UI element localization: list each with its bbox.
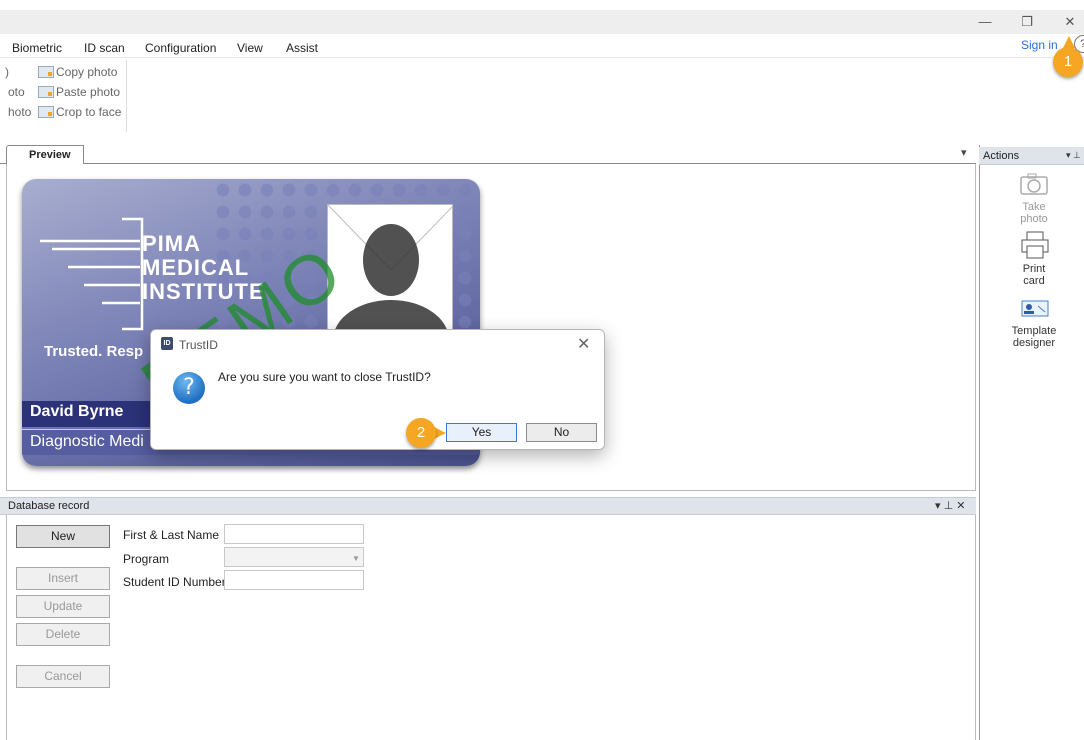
menu-view[interactable]: View	[237, 41, 263, 55]
print-card-label[interactable]: Print card	[984, 263, 1084, 287]
actions-title: Actions	[983, 150, 1020, 162]
program-label: Program	[123, 552, 170, 566]
confirm-close-dialog: ID TrustID ✕ ? Are you sure you want to …	[150, 329, 605, 450]
card-person-name: David Byrne	[30, 403, 124, 420]
database-record-header	[0, 497, 976, 515]
title-bar	[0, 10, 1084, 34]
paste-photo-button[interactable]: Paste photo	[38, 85, 120, 99]
student-id-field[interactable]	[224, 570, 364, 590]
crop-to-face-button[interactable]: Crop to face	[38, 105, 121, 119]
dialog-title-bar	[151, 330, 604, 358]
cancel-button[interactable]: Cancel	[16, 665, 110, 688]
insert-button[interactable]: Insert	[16, 567, 110, 590]
copy-photo-icon	[38, 66, 54, 78]
menu-assist[interactable]: Assist	[286, 41, 318, 55]
minimize-button[interactable]: —	[965, 10, 1005, 34]
copy-photo-button[interactable]: Copy photo	[38, 65, 117, 79]
tab-strip	[0, 142, 976, 164]
name-label: First & Last Name	[123, 528, 220, 542]
new-button[interactable]: New	[16, 525, 110, 548]
template-designer-icon[interactable]	[1021, 300, 1049, 321]
trustid-app-icon: ID	[161, 337, 173, 350]
copy-photo-label: Copy photo	[56, 65, 118, 79]
dialog-close-button[interactable]: ✕	[577, 334, 590, 354]
printer-icon[interactable]	[1019, 230, 1051, 263]
program-select[interactable]	[224, 547, 364, 567]
database-record-title: Database record	[8, 500, 90, 512]
chevron-down-icon[interactable]: ▼	[352, 554, 360, 563]
yes-button[interactable]: Yes	[446, 423, 517, 442]
dialog-title: TrustID	[179, 338, 218, 352]
close-window-button[interactable]: ✕	[1050, 10, 1084, 34]
name-field[interactable]	[224, 524, 364, 544]
paste-photo-label: Paste photo	[56, 85, 121, 99]
close-icon: ✕	[1064, 14, 1076, 29]
tab-preview[interactable]: Preview	[6, 145, 84, 165]
ribbon	[0, 58, 1084, 142]
question-icon: ?	[173, 372, 205, 404]
minimize-icon: —	[978, 14, 992, 29]
ribbon-separator	[126, 60, 127, 132]
menu-id-scan[interactable]: ID scan	[84, 41, 125, 55]
card-brand-line: PIMA	[142, 231, 201, 256]
person-silhouette-icon	[328, 205, 452, 333]
camera-icon[interactable]	[1019, 172, 1051, 199]
database-record-controls[interactable]: ▾ ⊥ ✕	[935, 499, 965, 512]
actions-pane-controls[interactable]: ▾ ⊥	[1066, 150, 1081, 161]
no-button[interactable]: No	[526, 423, 597, 442]
template-designer-label[interactable]: Template designer	[984, 325, 1084, 349]
card-photo-placeholder	[327, 204, 453, 334]
sign-in-link[interactable]: Sign in	[1021, 38, 1058, 52]
paste-photo-icon	[38, 86, 54, 98]
card-role: Diagnostic Medi	[30, 433, 144, 450]
crop-to-face-label: Crop to face	[56, 105, 122, 119]
ribbon-clipped-item[interactable]: )	[5, 65, 9, 79]
ribbon-clipped-item[interactable]: oto	[8, 85, 25, 99]
student-id-label: Student ID Number	[123, 575, 226, 589]
database-record-body	[6, 515, 976, 740]
dialog-message: Are you sure you want to close TrustID?	[218, 370, 431, 384]
tab-list-dropdown-icon[interactable]: ▾	[961, 146, 967, 159]
step-callout-1: 1	[1053, 47, 1083, 77]
restore-icon: ❐	[1021, 14, 1033, 29]
delete-button[interactable]: Delete	[16, 623, 110, 646]
step-callout-2: 2	[406, 418, 436, 448]
take-photo-label[interactable]: Take photo	[984, 201, 1084, 225]
menu-configuration[interactable]: Configuration	[145, 41, 216, 55]
ribbon-clipped-item[interactable]: hoto	[8, 105, 31, 119]
crop-face-icon	[38, 106, 54, 118]
update-button[interactable]: Update	[16, 595, 110, 618]
menu-biometric[interactable]: Biometric	[12, 41, 62, 55]
restore-button[interactable]: ❐	[1007, 10, 1047, 34]
card-brand-line: MEDICAL	[142, 255, 250, 280]
